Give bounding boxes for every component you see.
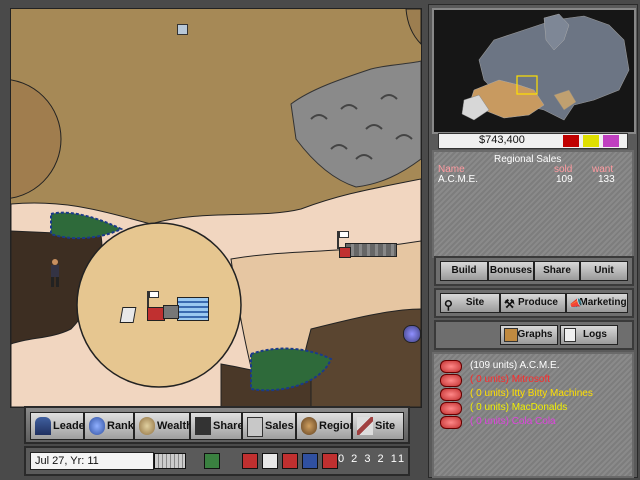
sales-button-label: Sales xyxy=(265,420,294,432)
bonuses-button[interactable]: Bonuses xyxy=(488,261,534,281)
alert-red-icon-1[interactable] xyxy=(242,453,258,469)
rank-button-label: Rank xyxy=(107,420,134,432)
minimap[interactable] xyxy=(432,8,636,134)
regional-sales-panel: Regional Sales Name sold want A.C.M.E. 1… xyxy=(432,150,634,258)
sales-row-sold: 109 xyxy=(556,174,573,185)
region-button[interactable]: Region xyxy=(296,412,356,440)
logs-icon xyxy=(564,328,576,342)
cash-amount: $743,400 xyxy=(479,134,525,146)
graphs-button-label: Graphs xyxy=(517,329,553,340)
produce-button[interactable]: ⚒ Produce xyxy=(500,293,566,313)
sales-title: Regional Sales xyxy=(494,154,562,165)
logs-button-label: Logs xyxy=(583,329,607,340)
minimap-europe xyxy=(434,10,634,132)
hammer-icon: ⚒ xyxy=(504,297,515,311)
produce-button-label: Produce xyxy=(517,297,558,308)
register-icon xyxy=(247,417,263,437)
player-color-magenta xyxy=(603,135,619,147)
player-color-red xyxy=(563,135,579,147)
logs-button[interactable]: Logs xyxy=(560,325,618,345)
company-units: ( 0 units) xyxy=(470,388,509,399)
money-bag-icon xyxy=(139,417,155,435)
company-select-button[interactable] xyxy=(440,416,462,429)
share-button[interactable]: Share xyxy=(534,261,580,281)
site-button-label: Site xyxy=(465,297,485,308)
world-map-view[interactable] xyxy=(10,8,422,408)
build-button-row: Build Bonuses Share Unit xyxy=(434,256,634,286)
graphs-button[interactable]: Graphs xyxy=(500,325,558,345)
agent-figure[interactable] xyxy=(49,259,61,287)
share-toolbar-label: Share xyxy=(213,420,244,432)
sales-row-name: A.C.M.E. xyxy=(438,174,479,185)
game-date: Jul 27, Yr: 11 xyxy=(30,452,154,470)
headquarters-marker[interactable] xyxy=(143,291,213,323)
briefcase-icon xyxy=(195,417,211,435)
status-bar: Jul 27, Yr: 11 0 2 3 2 11 xyxy=(24,446,410,476)
company-units: ( 0 units) xyxy=(470,416,509,427)
company-name: Mitrosoft xyxy=(511,374,551,385)
share-toolbar-button[interactable]: Share xyxy=(190,412,244,440)
alert-blue-icon[interactable] xyxy=(302,453,318,469)
map-terrain xyxy=(11,9,421,407)
company-units: ( 0 units) xyxy=(470,374,509,385)
stock-icon[interactable] xyxy=(204,453,220,469)
globe-icon xyxy=(301,417,317,435)
alert-red-icon-3[interactable] xyxy=(322,453,338,469)
small-building-marker[interactable] xyxy=(177,24,188,35)
site-toolbar-button[interactable]: Site xyxy=(352,412,404,440)
medal-icon xyxy=(89,417,105,435)
factory-marker[interactable] xyxy=(337,231,397,258)
region-button-label: Region xyxy=(319,420,357,432)
site-toolbar-label: Site xyxy=(375,420,396,432)
cash-bar: $743,400 xyxy=(438,133,628,149)
company-units: ( 0 units) xyxy=(470,402,509,413)
company-name: Itty Bitty Machines xyxy=(511,388,593,399)
wealth-button-label: Wealth xyxy=(157,420,193,432)
sign-marker[interactable] xyxy=(119,307,137,323)
status-counters: 0 2 3 2 11 xyxy=(338,453,407,465)
keyboard-icon[interactable] xyxy=(154,453,186,469)
site-button-row: ⚲ Site ⚒ Produce 📣 Marketing xyxy=(434,288,634,318)
company-select-button[interactable] xyxy=(440,360,462,373)
build-button[interactable]: Build xyxy=(440,261,488,281)
company-name: Cola Cola xyxy=(511,416,556,427)
marketing-button[interactable]: 📣 Marketing xyxy=(566,293,628,313)
alert-white-icon[interactable] xyxy=(262,453,278,469)
company-select-button[interactable] xyxy=(440,388,462,401)
sales-row-want: 133 xyxy=(598,174,615,185)
company-list-panel: (109 units) A.C.M.E. ( 0 units) Mitrosof… xyxy=(432,352,634,478)
graphs-button-row: Graphs Logs xyxy=(434,320,634,350)
satellite-icon[interactable] xyxy=(403,325,421,343)
company-name: A.C.M.E. xyxy=(519,360,560,371)
marketing-button-label: Marketing xyxy=(579,297,627,308)
alert-red-icon-2[interactable] xyxy=(282,453,298,469)
company-units: (109 units) xyxy=(470,360,518,371)
megaphone-icon: 📣 xyxy=(569,298,583,310)
unit-button[interactable]: Unit xyxy=(580,261,628,281)
person-icon xyxy=(35,417,51,435)
company-select-button[interactable] xyxy=(440,402,462,415)
site-button[interactable]: ⚲ Site xyxy=(440,293,500,313)
company-select-button[interactable] xyxy=(440,374,462,387)
bottom-toolbar: Leader Rank Wealth Share Sales Region Si… xyxy=(24,406,410,444)
pen-icon xyxy=(357,417,373,435)
rank-button[interactable]: Rank xyxy=(84,412,134,440)
site-icon: ⚲ xyxy=(444,298,453,312)
player-color-yellow xyxy=(583,135,599,147)
sales-button[interactable]: Sales xyxy=(242,412,296,440)
box-icon xyxy=(504,328,518,342)
leader-button[interactable]: Leader xyxy=(30,412,89,440)
company-name: MacDonalds xyxy=(511,402,568,413)
wealth-button[interactable]: Wealth xyxy=(134,412,193,440)
